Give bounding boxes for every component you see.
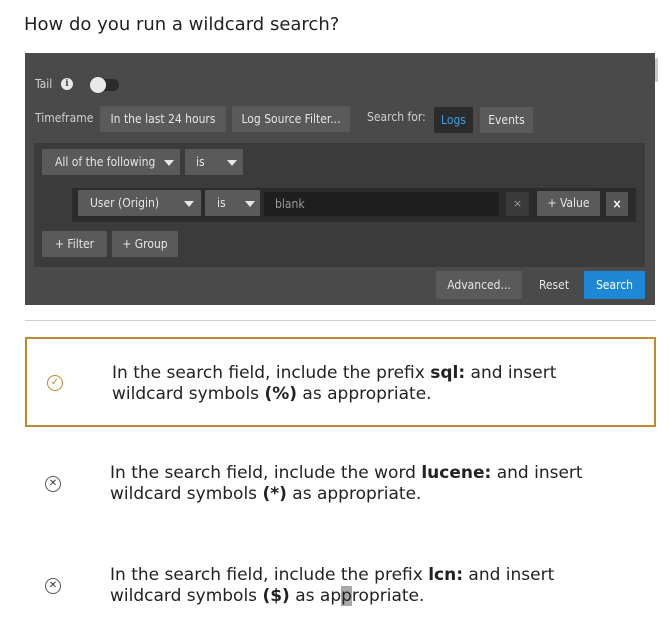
log-source-filter-button[interactable]: Log Source Filter... <box>232 106 350 132</box>
group-is-label: is <box>196 155 205 169</box>
operator-label: is <box>217 196 226 210</box>
x-circle-icon: ✕ <box>45 578 61 594</box>
chevron-down-icon <box>245 201 255 207</box>
search-panel: Tail i Timeframe In the last 24 hours Lo… <box>25 53 655 305</box>
add-value-button[interactable]: + Value <box>537 191 600 216</box>
value-input[interactable]: blank <box>264 192 499 216</box>
group-operator-select[interactable]: All of the following <box>42 149 180 175</box>
operator-select[interactable]: is <box>205 190 260 216</box>
tab-events[interactable]: Events <box>480 107 533 133</box>
chevron-down-icon <box>227 160 237 166</box>
tail-toggle[interactable] <box>90 77 119 93</box>
advanced-button[interactable]: Advanced... <box>436 271 522 299</box>
answer-option-text: In the search field, include the prefix … <box>112 363 557 404</box>
remove-condition-icon[interactable]: × <box>606 192 628 216</box>
scrollbar-track[interactable] <box>655 53 659 305</box>
text-cursor-highlight: p <box>341 586 352 606</box>
field-select[interactable]: User (Origin) <box>78 190 201 216</box>
search-for-label: Search for: <box>367 110 426 124</box>
question-text: How do you run a wildcard search? <box>24 14 340 35</box>
reset-button[interactable]: Reset <box>528 271 580 299</box>
tail-label: Tail <box>35 77 53 91</box>
answer-option-text: In the search field, include the word lu… <box>110 463 583 504</box>
check-circle-icon: ✓ <box>47 375 63 391</box>
clear-value-icon[interactable]: × <box>506 192 529 216</box>
divider <box>25 320 656 321</box>
answer-option-3[interactable]: ✕ In the search field, include the prefi… <box>25 541 656 631</box>
group-operator-label: All of the following <box>55 155 156 169</box>
chevron-down-icon <box>184 201 194 207</box>
tab-logs[interactable]: Logs <box>434 107 473 133</box>
toggle-knob <box>90 77 106 93</box>
field-label: User (Origin) <box>90 196 160 210</box>
add-group-button[interactable]: + Group <box>112 231 178 257</box>
answer-option-2[interactable]: ✕ In the search field, include the word … <box>25 439 656 529</box>
timeframe-button[interactable]: In the last 24 hours <box>100 106 226 132</box>
timeframe-label: Timeframe <box>35 111 94 125</box>
chevron-down-icon <box>164 160 174 166</box>
answer-option-text: In the search field, include the prefix … <box>110 565 555 606</box>
group-is-select[interactable]: is <box>185 149 243 175</box>
answer-option-1[interactable]: ✓ In the search field, include the prefi… <box>25 337 656 427</box>
add-filter-button[interactable]: + Filter <box>42 231 107 257</box>
info-icon[interactable]: i <box>61 78 73 90</box>
x-circle-icon: ✕ <box>45 476 61 492</box>
search-button[interactable]: Search <box>584 271 645 299</box>
scrollbar-thumb[interactable] <box>655 58 658 82</box>
